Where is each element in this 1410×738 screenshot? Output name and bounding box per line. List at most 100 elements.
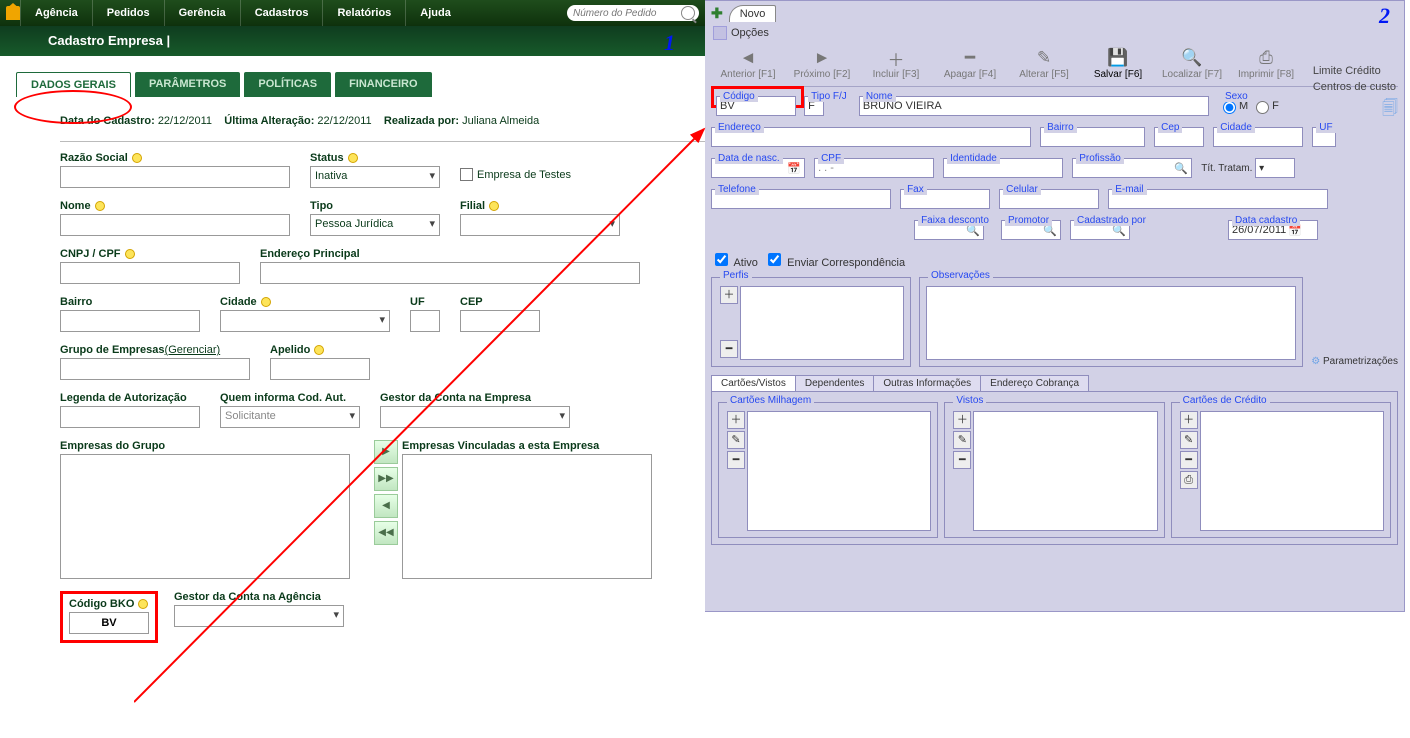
perfis-remove-button[interactable]: ━ <box>720 340 738 358</box>
tab-endereco-cobranca[interactable]: Endereço Cobrança <box>980 375 1089 391</box>
cidade-select[interactable] <box>220 310 390 332</box>
milhagem-edit-button[interactable]: ✎ <box>727 431 745 449</box>
vistos-list[interactable] <box>973 411 1157 531</box>
window-tabs: ✚ Novo 2 <box>711 5 1398 22</box>
quem-informa-select[interactable]: Solicitante <box>220 406 360 428</box>
imprimir-button[interactable]: ⎙Imprimir [F8] <box>1229 48 1303 80</box>
uf-input[interactable] <box>410 310 440 332</box>
required-icon <box>348 153 358 163</box>
home-icon[interactable] <box>6 6 20 20</box>
page-title: Cadastro Empresa | <box>48 33 170 48</box>
required-icon <box>489 201 499 211</box>
form: Data do Cadastro: 22/12/2011 Última Alte… <box>0 97 705 643</box>
cnpj-cpf-input[interactable] <box>60 262 240 284</box>
bairro-input[interactable] <box>60 310 200 332</box>
parametrizacoes-link[interactable]: Parametrizações <box>1323 356 1398 367</box>
observacoes-group: Observações <box>919 277 1303 367</box>
plus-icon: ＋ <box>888 48 905 68</box>
arrow-right-icon: ► <box>814 48 831 68</box>
milhagem-add-button[interactable]: ＋ <box>727 411 745 429</box>
nome-input[interactable] <box>60 214 290 236</box>
enviar-correspondencia-checkbox[interactable]: Enviar Correspondência <box>764 257 905 269</box>
opcoes-menu[interactable]: Opções <box>713 26 1398 40</box>
empresas-grupo-list[interactable] <box>60 454 350 579</box>
proximo-button[interactable]: ►Próximo [F2] <box>785 48 859 80</box>
right-pane: ✚ Novo 2 Opções ◄Anterior [F1] ►Próximo … <box>705 0 1405 612</box>
main-nav: Agência Pedidos Gerência Cadastros Relat… <box>0 0 705 26</box>
nav-relatorios[interactable]: Relatórios <box>322 0 405 26</box>
filial-select[interactable] <box>460 214 620 236</box>
order-search-input[interactable] <box>571 7 681 20</box>
page-header: Cadastro Empresa | 1 <box>0 26 705 56</box>
move-right-button[interactable]: ▶ <box>374 440 398 464</box>
nav-gerencia[interactable]: Gerência <box>164 0 240 26</box>
tab-parametros[interactable]: PARÂMETROS <box>135 72 240 97</box>
limite-credito-link[interactable]: Limite Crédito <box>1313 65 1396 77</box>
required-icon <box>314 345 324 355</box>
cep-input[interactable] <box>460 310 540 332</box>
apelido-input[interactable] <box>270 358 370 380</box>
move-all-left-button[interactable]: ◀◀ <box>374 521 398 545</box>
copy-icon[interactable]: 🗐 <box>1382 97 1398 124</box>
edit-icon: ✎ <box>1037 48 1051 68</box>
tab-dependentes[interactable]: Dependentes <box>795 375 875 391</box>
novo-tab[interactable]: Novo <box>729 5 777 22</box>
milhagem-remove-button[interactable]: ━ <box>727 451 745 469</box>
nav-pedidos[interactable]: Pedidos <box>92 0 164 26</box>
tab-financeiro[interactable]: FINANCEIRO <box>335 72 431 97</box>
anterior-button[interactable]: ◄Anterior [F1] <box>711 48 785 80</box>
localizar-button[interactable]: 🔍Localizar [F7] <box>1155 48 1229 80</box>
apagar-button[interactable]: ━Apagar [F4] <box>933 48 1007 80</box>
grupo-empresas-input[interactable] <box>60 358 250 380</box>
tipo-select[interactable]: Pessoa Jurídica <box>310 214 440 236</box>
tab-politicas[interactable]: POLÍTICAS <box>244 72 331 97</box>
codigo-bko-input[interactable] <box>69 612 149 634</box>
search-icon[interactable] <box>681 6 695 20</box>
transfer-buttons: ▶ ▶▶ ◀ ◀◀ <box>374 440 398 548</box>
vistos-remove-button[interactable]: ━ <box>953 451 971 469</box>
callout-1: 1 <box>664 28 675 58</box>
required-icon <box>95 201 105 211</box>
search-icon: 🔍 <box>1181 48 1202 68</box>
new-tab-icon[interactable]: ✚ <box>711 5 723 22</box>
credito-edit-button[interactable]: ✎ <box>1180 431 1198 449</box>
tab-outras-info[interactable]: Outras Informações <box>873 375 981 391</box>
gestor-agencia-select[interactable] <box>174 605 344 627</box>
status-select[interactable]: Inativa <box>310 166 440 188</box>
nav-ajuda[interactable]: Ajuda <box>405 0 465 26</box>
credito-add-button[interactable]: ＋ <box>1180 411 1198 429</box>
alterar-button[interactable]: ✎Alterar [F5] <box>1007 48 1081 80</box>
right-form: CódigoBV Tipo F/JF NomeBRUNO VIEIRA Sexo… <box>711 91 1398 545</box>
salvar-button[interactable]: 💾Salvar [F6] <box>1081 48 1155 80</box>
toolbar: ◄Anterior [F1] ►Próximo [F2] ＋Incluir [F… <box>711 46 1398 87</box>
move-all-right-button[interactable]: ▶▶ <box>374 467 398 491</box>
gerenciar-link[interactable]: (Gerenciar) <box>165 344 221 356</box>
move-left-button[interactable]: ◀ <box>374 494 398 518</box>
print-icon: ⎙ <box>1259 48 1273 68</box>
ativo-checkbox[interactable]: Ativo <box>711 257 758 269</box>
endereco-principal-input[interactable] <box>260 262 640 284</box>
legenda-autorizacao-input[interactable] <box>60 406 200 428</box>
credito-print-button[interactable]: ⎙ <box>1180 471 1198 489</box>
razao-social-input[interactable] <box>60 166 290 188</box>
empresas-vinculadas-list[interactable] <box>402 454 652 579</box>
save-icon: 💾 <box>1107 48 1128 68</box>
empresa-testes-checkbox[interactable] <box>460 168 473 181</box>
nav-cadastros[interactable]: Cadastros <box>240 0 323 26</box>
nav-agencia[interactable]: Agência <box>20 0 92 26</box>
gestor-empresa-select[interactable] <box>380 406 570 428</box>
perfis-list[interactable] <box>740 286 904 360</box>
meta-line: Data do Cadastro: 22/12/2011 Última Alte… <box>60 115 705 127</box>
tab-cartoes-vistos[interactable]: Cartões/Vistos <box>711 375 796 391</box>
credito-remove-button[interactable]: ━ <box>1180 451 1198 469</box>
milhagem-list[interactable] <box>747 411 931 531</box>
tab-dados-gerais[interactable]: DADOS GERAIS <box>16 72 131 97</box>
required-icon <box>261 297 271 307</box>
vistos-edit-button[interactable]: ✎ <box>953 431 971 449</box>
minus-icon: ━ <box>965 48 975 68</box>
credito-list[interactable] <box>1200 411 1384 531</box>
incluir-button[interactable]: ＋Incluir [F3] <box>859 48 933 80</box>
observacoes-textarea[interactable] <box>926 286 1296 360</box>
perfis-add-button[interactable]: ＋ <box>720 286 738 304</box>
vistos-add-button[interactable]: ＋ <box>953 411 971 429</box>
